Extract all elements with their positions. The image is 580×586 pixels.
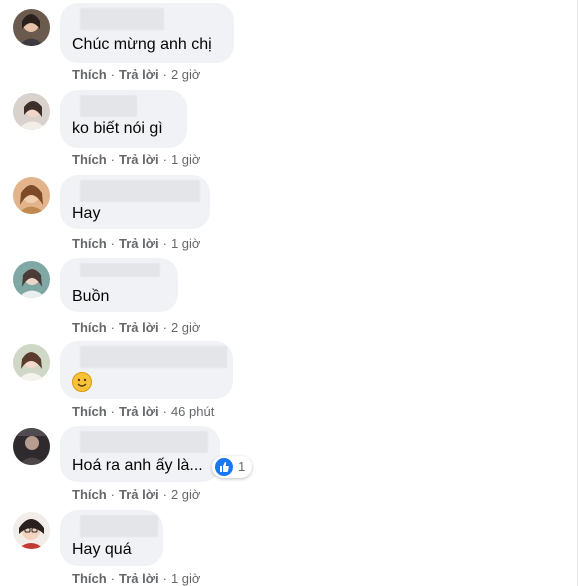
smile-emoji-icon [72,372,92,392]
avatar[interactable] [13,93,50,130]
comment-actions: Thích · Trả lời · 46 phút [72,404,215,419]
comment-text: Hoá ra anh ấy là... [72,457,203,474]
comment-text: Chúc mừng anh chị [72,36,212,53]
like-icon [215,458,233,476]
comment-time[interactable]: 2 giờ [171,320,201,335]
avatar[interactable] [13,9,50,46]
comment-time[interactable]: 1 giờ [171,571,201,586]
like-link[interactable]: Thích [72,152,107,167]
like-link[interactable]: Thích [72,404,107,419]
comment-bubble: Hay quá [60,510,163,566]
comment-time[interactable]: 1 giờ [171,152,201,167]
reaction-count: 1 [238,459,246,474]
comment-bubble: Hoá ra anh ấy là... [60,426,220,482]
like-link[interactable]: Thích [72,487,107,502]
frame-border [577,0,578,586]
reply-link[interactable]: Trả lời [119,152,159,167]
commenter-name[interactable] [80,180,200,202]
comment-bubble: Chúc mừng anh chị [60,3,234,63]
comment-time[interactable]: 1 giờ [171,236,201,251]
comment-text: Hay quá [72,541,132,558]
reply-link[interactable]: Trả lời [119,487,159,502]
comment-time[interactable]: 2 giờ [171,487,201,502]
commenter-name[interactable] [80,263,160,277]
comment-actions: Thích · Trả lời · 1 giờ [72,152,201,167]
comment-text: Hay [72,205,101,222]
reply-link[interactable]: Trả lời [119,236,159,251]
comment-actions: Thích · Trả lời · 1 giờ [72,571,201,586]
reply-link[interactable]: Trả lời [119,571,159,586]
avatar[interactable] [13,261,50,298]
commenter-name[interactable] [80,95,137,117]
like-link[interactable]: Thích [72,236,107,251]
like-link[interactable]: Thích [72,571,107,586]
reaction-summary[interactable]: 1 [212,456,252,478]
like-link[interactable]: Thích [72,67,107,82]
comment-bubble: ko biết nói gì [60,90,187,148]
comment-bubble: Buồn [60,258,178,312]
comment-actions: Thích · Trả lời · 1 giờ [72,236,201,251]
reply-link[interactable]: Trả lời [119,320,159,335]
avatar[interactable] [13,512,50,549]
reply-link[interactable]: Trả lời [119,404,159,419]
commenter-name[interactable] [80,8,164,30]
commenter-name[interactable] [80,515,158,537]
comment-time[interactable]: 2 giờ [171,67,201,82]
comment-bubble: Hay [60,175,210,229]
avatar[interactable] [13,177,50,214]
commenter-name[interactable] [80,346,227,368]
comment-bubble [60,341,233,399]
reply-link[interactable]: Trả lời [119,67,159,82]
comment-text: Buồn [72,288,110,305]
comment-actions: Thích · Trả lời · 2 giờ [72,487,201,502]
avatar[interactable] [13,344,50,381]
avatar[interactable] [13,428,50,465]
comment-actions: Thích · Trả lời · 2 giờ [72,67,201,82]
comment-time[interactable]: 46 phút [171,404,214,419]
comment-actions: Thích · Trả lời · 2 giờ [72,320,201,335]
like-link[interactable]: Thích [72,320,107,335]
comment-text: ko biết nói gì [72,120,163,137]
commenter-name[interactable] [80,431,208,453]
